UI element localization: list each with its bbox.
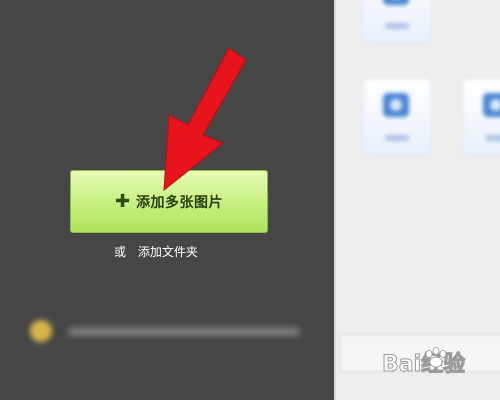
info-text-blurred: [68, 327, 300, 336]
image-icon: [483, 93, 500, 117]
add-multiple-images-button[interactable]: ✚ 添加多张图片: [70, 170, 268, 233]
or-text: 或: [114, 245, 127, 259]
panel-divider: [334, 0, 336, 400]
image-icon: [383, 93, 409, 117]
image-thumbnail[interactable]: [362, 78, 432, 156]
image-thumbnail[interactable]: [362, 0, 432, 44]
add-folder-row: 或 添加文件夹: [114, 243, 198, 260]
add-multiple-images-label: 添加多张图片: [136, 194, 224, 211]
thumbnail-caption: [485, 135, 500, 141]
image-icon: [383, 0, 409, 5]
baidu-jingyan-watermark: Bai经验: [382, 342, 500, 382]
add-folder-link[interactable]: 添加文件夹: [138, 245, 198, 259]
image-thumbnail[interactable]: [462, 78, 500, 156]
info-row: [30, 318, 310, 344]
info-icon: [30, 320, 52, 342]
watermark-text: Bai经验: [382, 351, 465, 377]
thumbnail-caption: [385, 135, 409, 141]
thumbnail-caption: [385, 23, 409, 29]
plus-icon: ✚: [114, 190, 131, 212]
